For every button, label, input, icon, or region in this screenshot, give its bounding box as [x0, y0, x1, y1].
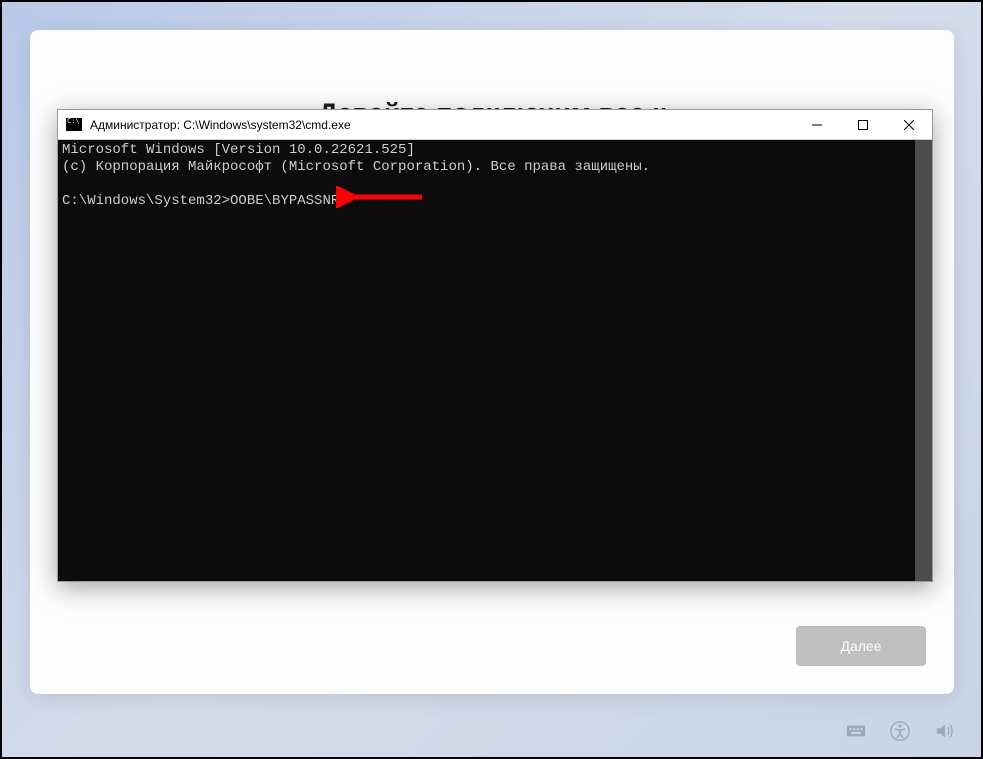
- minimize-button[interactable]: [794, 110, 840, 139]
- window-controls: [794, 110, 932, 139]
- accessibility-icon[interactable]: [889, 720, 911, 747]
- taskbar-icons: [845, 720, 955, 747]
- close-button[interactable]: [886, 110, 932, 139]
- scrollbar-thumb[interactable]: [915, 140, 932, 581]
- cmd-output-line: Microsoft Windows [Version 10.0.22621.52…: [62, 142, 415, 158]
- cmd-window-title: Администратор: C:\Windows\system32\cmd.e…: [88, 118, 794, 132]
- cmd-icon: [66, 118, 82, 131]
- volume-icon[interactable]: [933, 720, 955, 747]
- cmd-input-command: OOBE\BYPASSNRO: [230, 193, 348, 209]
- next-button[interactable]: Далее: [796, 626, 926, 666]
- maximize-button[interactable]: [840, 110, 886, 139]
- cmd-prompt: C:\Windows\System32>: [62, 193, 230, 209]
- cmd-body[interactable]: Microsoft Windows [Version 10.0.22621.52…: [58, 140, 932, 581]
- cmd-titlebar[interactable]: Администратор: C:\Windows\system32\cmd.e…: [58, 110, 932, 140]
- cmd-window: Администратор: C:\Windows\system32\cmd.e…: [57, 109, 933, 582]
- scrollbar-track[interactable]: [915, 140, 932, 581]
- cmd-output-line: (c) Корпорация Майкрософт (Microsoft Cor…: [62, 159, 650, 175]
- keyboard-icon[interactable]: [845, 720, 867, 747]
